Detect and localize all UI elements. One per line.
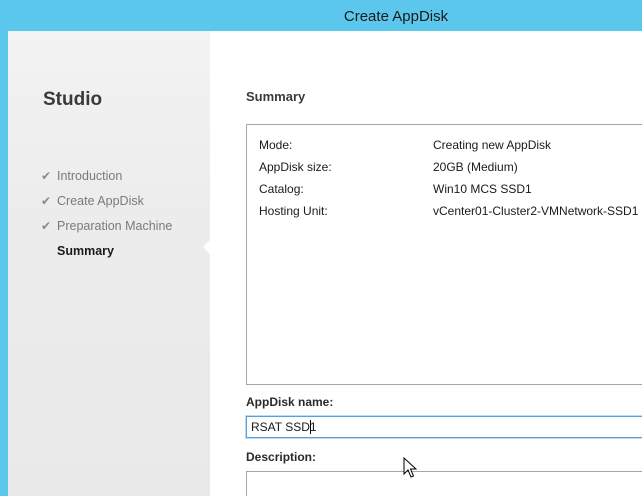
summary-key: Mode: xyxy=(259,138,293,152)
step-create-appdisk: ✔ Create AppDisk xyxy=(41,188,172,213)
current-step-pointer xyxy=(203,240,210,254)
appdisk-name-input[interactable] xyxy=(246,416,642,438)
step-preparation-machine: ✔ Preparation Machine xyxy=(41,213,172,238)
check-icon: ✔ xyxy=(41,168,52,183)
summary-row-mode: Mode: Creating new AppDisk xyxy=(259,138,551,156)
summary-row-hosting-unit: Hosting Unit: vCenter01-Cluster2-VMNetwo… xyxy=(259,204,638,222)
step-label: Summary xyxy=(57,243,114,258)
text-caret xyxy=(310,420,311,434)
check-icon: ✔ xyxy=(41,218,52,233)
wizard-sidebar: Studio ✔ Introduction ✔ Create AppDisk ✔… xyxy=(8,31,210,496)
summary-value: Win10 MCS SSD1 xyxy=(433,182,532,196)
step-introduction: ✔ Introduction xyxy=(41,163,172,188)
check-icon: ✔ xyxy=(41,193,52,208)
arrow-cursor-icon xyxy=(403,457,417,478)
description-label: Description: xyxy=(246,450,317,464)
step-label: Preparation Machine xyxy=(57,218,173,233)
summary-panel: Mode: Creating new AppDisk AppDisk size:… xyxy=(246,124,642,385)
studio-brand: Studio xyxy=(43,89,103,110)
step-summary: ✔ Summary xyxy=(41,238,172,263)
window-title: Create AppDisk xyxy=(343,8,449,25)
step-label: Introduction xyxy=(57,168,123,183)
summary-value: 20GB (Medium) xyxy=(433,160,518,174)
appdisk-name-label: AppDisk name: xyxy=(246,395,334,409)
create-appdisk-window: Create AppDisk Studio ✔ Introduction ✔ C… xyxy=(0,0,642,496)
page-title: Summary xyxy=(246,89,306,104)
description-input[interactable] xyxy=(246,471,642,496)
summary-row-appdisk-size: AppDisk size: 20GB (Medium) xyxy=(259,160,518,178)
title-bar[interactable]: Create AppDisk xyxy=(0,0,642,31)
wizard-steps: ✔ Introduction ✔ Create AppDisk ✔ Prepar… xyxy=(41,163,172,263)
summary-key: AppDisk size: xyxy=(259,160,332,174)
step-label: Create AppDisk xyxy=(57,193,144,208)
summary-key: Hosting Unit: xyxy=(259,204,328,218)
wizard-content: Summary Mode: Creating new AppDisk AppDi… xyxy=(210,31,642,496)
summary-key: Catalog: xyxy=(259,182,304,196)
summary-row-catalog: Catalog: Win10 MCS SSD1 xyxy=(259,182,532,200)
summary-value: vCenter01-Cluster2-VMNetwork-SSD1 xyxy=(433,204,639,218)
summary-value: Creating new AppDisk xyxy=(433,138,552,152)
